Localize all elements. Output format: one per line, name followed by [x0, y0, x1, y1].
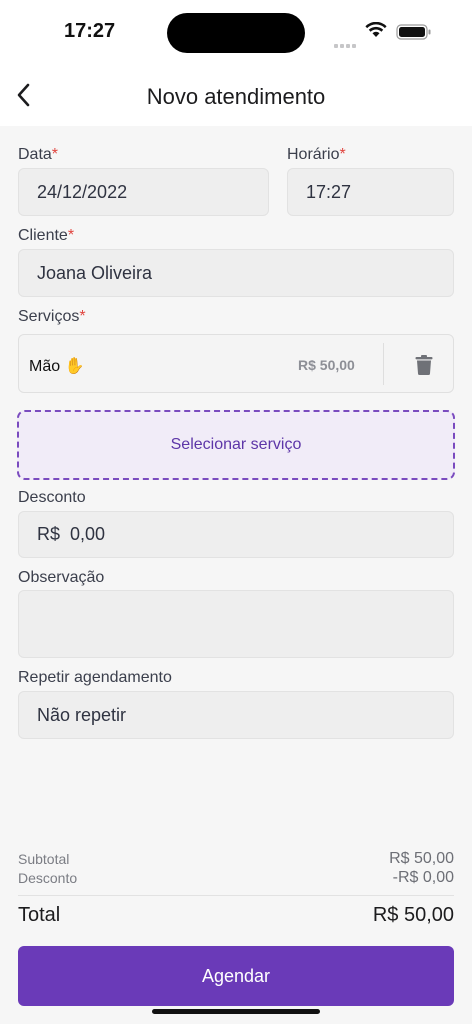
required-mark: * — [51, 146, 59, 163]
service-price: R$ 50,00 — [298, 357, 355, 373]
discount-field[interactable]: R$ 0,00 — [18, 511, 454, 558]
discount-label: Desconto — [18, 489, 86, 506]
repeat-label: Repetir agendamento — [18, 669, 172, 686]
nav-bar: Novo atendimento — [0, 64, 472, 126]
trash-icon[interactable] — [415, 355, 433, 375]
select-service-button[interactable]: Selecionar serviço — [17, 410, 455, 480]
schedule-button[interactable]: Agendar — [18, 946, 454, 1006]
wifi-icon — [365, 22, 387, 37]
total-label: Total — [18, 904, 61, 926]
subtotal-label: Subtotal — [18, 851, 70, 867]
subtotal-value: R$ 50,00 — [389, 850, 454, 867]
cellular-signal-icon — [334, 35, 358, 53]
note-label: Observação — [18, 569, 105, 586]
repeat-select[interactable]: Não repetir — [18, 691, 454, 739]
client-label: Cliente* — [18, 227, 75, 244]
battery-icon — [396, 24, 431, 40]
note-field[interactable] — [18, 590, 454, 658]
required-mark: * — [79, 308, 86, 325]
required-mark: * — [67, 227, 75, 244]
time-field[interactable]: 17:27 — [287, 168, 454, 216]
client-field[interactable]: Joana Oliveira — [18, 249, 454, 297]
summary-discount-value: -R$ 0,00 — [392, 869, 454, 886]
status-time: 17:27 — [64, 20, 116, 42]
home-indicator — [152, 1009, 320, 1014]
status-bar: 17:27 — [0, 0, 472, 64]
required-mark: * — [339, 146, 346, 163]
divider — [18, 895, 454, 896]
total-value: R$ 50,00 — [372, 904, 454, 926]
dynamic-island — [167, 13, 305, 53]
service-name: Mão ✋ — [29, 358, 85, 375]
date-label: Data* — [18, 146, 59, 163]
date-field[interactable]: 24/12/2022 — [18, 168, 269, 216]
service-item: Mão ✋ R$ 50,00 — [18, 334, 454, 393]
page-title: Novo atendimento — [146, 84, 326, 109]
summary-discount-label: Desconto — [18, 870, 78, 886]
services-label: Serviços* — [18, 308, 86, 325]
time-label: Horário* — [287, 146, 346, 163]
divider — [383, 343, 384, 385]
